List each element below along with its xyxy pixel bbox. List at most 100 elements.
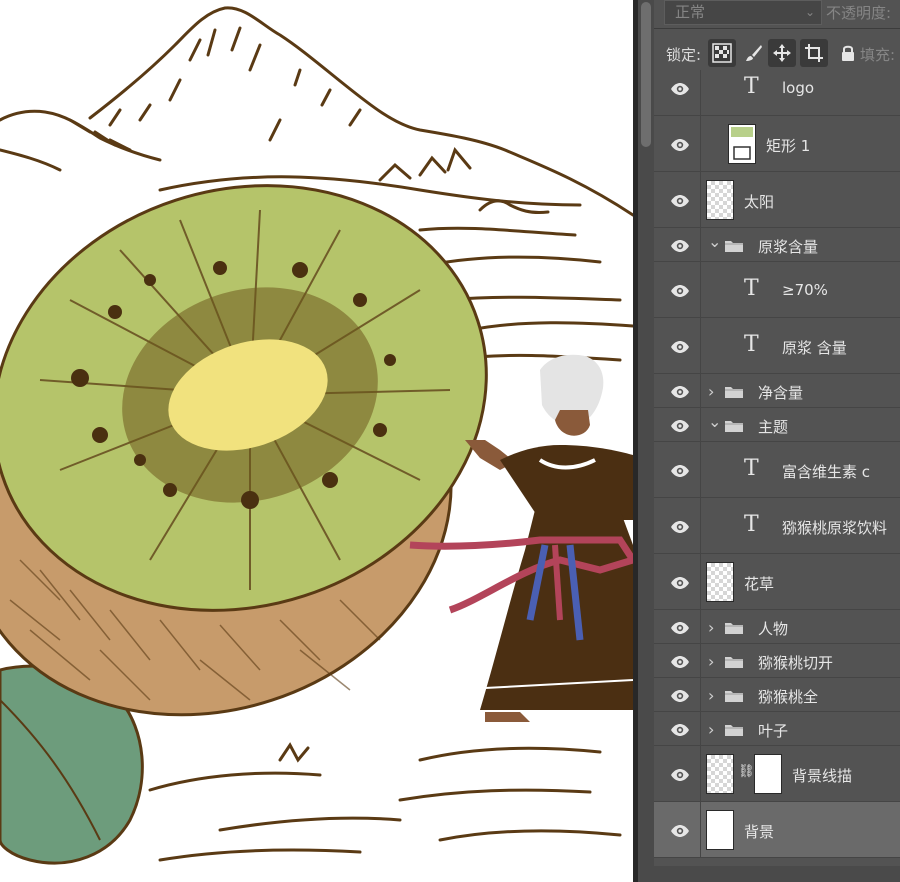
blend-mode-value: 正常 bbox=[675, 3, 706, 21]
text-layer-icon: T bbox=[744, 74, 759, 99]
layers-bottom-toolbar bbox=[654, 866, 900, 882]
layer-row-drink[interactable]: T 猕猴桃原浆饮料 bbox=[654, 498, 900, 554]
layer-thumbnail bbox=[706, 562, 734, 602]
layer-name: 原浆含量 bbox=[758, 238, 819, 256]
eye-icon[interactable] bbox=[670, 575, 690, 589]
layer-row-rect1[interactable]: 矩形 1 bbox=[654, 116, 900, 172]
eye-icon[interactable] bbox=[670, 823, 690, 837]
layer-row-juice-text[interactable]: T 原浆 含量 bbox=[654, 318, 900, 374]
chevron-right-icon[interactable]: › bbox=[708, 686, 714, 705]
layer-thumbnail bbox=[728, 124, 756, 164]
eye-icon[interactable] bbox=[670, 519, 690, 533]
visibility-separator bbox=[700, 408, 701, 441]
layer-row-bg[interactable]: 背景 bbox=[654, 802, 900, 858]
lock-position-button[interactable] bbox=[768, 39, 796, 67]
illustration bbox=[0, 6, 633, 865]
scrollbar-thumb[interactable] bbox=[641, 2, 651, 147]
folder-icon bbox=[724, 688, 744, 702]
layer-name: 矩形 1 bbox=[766, 137, 811, 155]
eye-icon[interactable] bbox=[670, 384, 690, 398]
visibility-separator bbox=[700, 644, 701, 677]
eye-icon[interactable] bbox=[670, 137, 690, 151]
layer-name: ≥70% bbox=[782, 281, 828, 299]
eye-icon[interactable] bbox=[670, 193, 690, 207]
lock-all-button[interactable] bbox=[834, 39, 862, 67]
visibility-separator bbox=[700, 678, 701, 711]
layer-row-vitc[interactable]: T 富含维生素 c bbox=[654, 442, 900, 498]
eye-icon[interactable] bbox=[670, 238, 690, 252]
chevron-right-icon[interactable]: › bbox=[708, 652, 714, 671]
visibility-separator bbox=[700, 610, 701, 643]
lock-image-pixels-button[interactable] bbox=[740, 39, 768, 67]
folder-icon bbox=[724, 418, 744, 432]
blend-opacity-row: 正常 ⌄ 不透明度: bbox=[654, 0, 900, 29]
folder-icon bbox=[724, 384, 744, 398]
folder-icon bbox=[724, 238, 744, 252]
visibility-separator bbox=[700, 228, 701, 261]
layer-row-juice-group[interactable]: ⌄ 原浆含量 bbox=[654, 228, 900, 262]
layer-name: 净含量 bbox=[758, 384, 804, 402]
layer-thumbnail bbox=[706, 180, 734, 220]
link-icon[interactable]: ⛓ bbox=[738, 764, 755, 779]
chevron-down-icon[interactable]: ⌄ bbox=[708, 412, 721, 431]
eye-icon[interactable] bbox=[670, 722, 690, 736]
layer-row-net-group[interactable]: › 净含量 bbox=[654, 374, 900, 408]
layer-name: 叶子 bbox=[758, 722, 789, 740]
text-layer-icon: T bbox=[744, 456, 759, 481]
eye-icon[interactable] bbox=[670, 463, 690, 477]
text-layer-icon: T bbox=[744, 276, 759, 301]
layer-name: 原浆 含量 bbox=[782, 339, 847, 357]
layer-row-theme-group[interactable]: ⌄ 主题 bbox=[654, 408, 900, 442]
visibility-separator bbox=[700, 498, 701, 553]
layer-name: 人物 bbox=[758, 620, 789, 638]
checker-icon bbox=[712, 43, 732, 63]
eye-icon[interactable] bbox=[670, 654, 690, 668]
document-canvas[interactable] bbox=[0, 0, 633, 882]
layer-mask-thumbnail[interactable] bbox=[754, 754, 782, 794]
eye-icon[interactable] bbox=[670, 283, 690, 297]
layer-row-kiwi-whole-group[interactable]: › 猕猴桃全 bbox=[654, 678, 900, 712]
eye-icon[interactable] bbox=[670, 620, 690, 634]
visibility-separator bbox=[700, 746, 701, 801]
layer-name: 主题 bbox=[758, 418, 789, 436]
layer-name: 猕猴桃原浆饮料 bbox=[782, 519, 888, 537]
layer-thumbnail bbox=[706, 754, 734, 794]
fill-label: 填充: bbox=[860, 46, 896, 64]
layer-row-leaf-group[interactable]: › 叶子 bbox=[654, 712, 900, 746]
layer-name: 背景线描 bbox=[792, 767, 853, 785]
lock-row: 锁定: 填充: bbox=[654, 36, 900, 70]
eye-icon[interactable] bbox=[670, 767, 690, 781]
layer-row-bg-lines[interactable]: ⛓ 背景线描 bbox=[654, 746, 900, 802]
layer-name: 猕猴桃全 bbox=[758, 688, 819, 706]
foreground-line-art bbox=[148, 742, 622, 862]
layer-name: 猕猴桃切开 bbox=[758, 654, 834, 672]
eye-icon[interactable] bbox=[670, 418, 690, 432]
chevron-down-icon: ⌄ bbox=[804, 5, 815, 19]
crop-icon bbox=[805, 44, 823, 62]
chevron-right-icon[interactable]: › bbox=[708, 720, 714, 739]
lock-transparent-pixels-button[interactable] bbox=[708, 39, 736, 67]
canvas-scrollbar[interactable] bbox=[638, 0, 654, 882]
layer-thumbnail bbox=[706, 810, 734, 850]
folder-icon bbox=[724, 722, 744, 736]
eye-icon[interactable] bbox=[670, 339, 690, 353]
chevron-right-icon[interactable]: › bbox=[708, 618, 714, 637]
folder-icon bbox=[724, 654, 744, 668]
visibility-separator bbox=[700, 442, 701, 497]
layer-row-sun[interactable]: 太阳 bbox=[654, 172, 900, 228]
brush-icon bbox=[746, 45, 762, 61]
chevron-right-icon[interactable]: › bbox=[708, 382, 714, 401]
eye-icon[interactable] bbox=[670, 81, 690, 95]
layer-row-person-group[interactable]: › 人物 bbox=[654, 610, 900, 644]
layer-name: 背景 bbox=[744, 823, 775, 841]
layer-row-kiwi-cut-group[interactable]: › 猕猴桃切开 bbox=[654, 644, 900, 678]
layer-row-flowers[interactable]: 花草 bbox=[654, 554, 900, 610]
eye-icon[interactable] bbox=[670, 688, 690, 702]
layer-row-pct70[interactable]: T ≥70% bbox=[654, 262, 900, 318]
visibility-separator bbox=[700, 554, 701, 609]
lock-artboard-button[interactable] bbox=[800, 39, 828, 67]
folder-icon bbox=[724, 620, 744, 634]
chevron-down-icon[interactable]: ⌄ bbox=[708, 232, 721, 251]
move-icon bbox=[773, 44, 791, 62]
blend-mode-select[interactable]: 正常 ⌄ bbox=[664, 0, 822, 25]
